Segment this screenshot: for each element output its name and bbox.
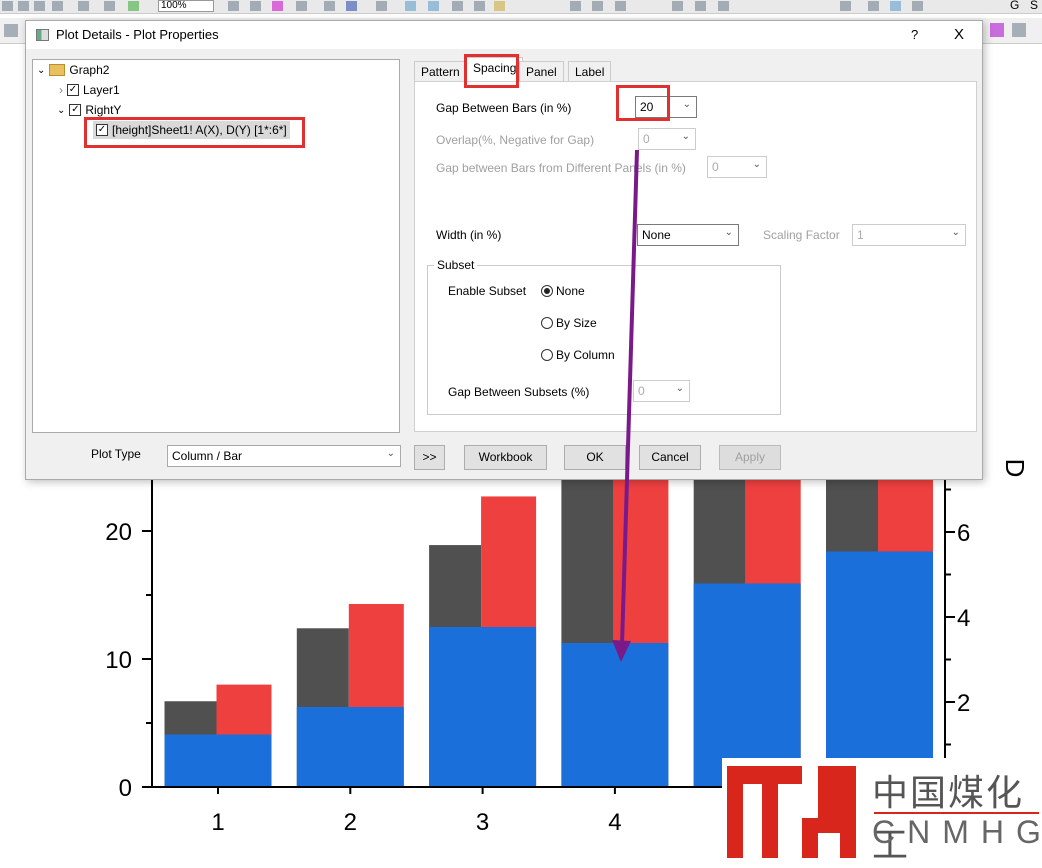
chevron-down-icon: ⌄	[386, 448, 395, 459]
panel-gap-label: Gap between Bars from Different Panels (…	[436, 161, 686, 175]
checkbox-icon[interactable]: ✓	[67, 84, 79, 96]
cancel-button[interactable]: Cancel	[639, 445, 701, 470]
spacing-panel: Gap Between Bars (in %) 20 ⌄ Overlap(%, N…	[414, 81, 977, 432]
chevron-down-icon: ⌄	[752, 159, 761, 170]
chevron-right-icon[interactable]: ›	[59, 83, 63, 97]
gap-subsets-combo[interactable]: 0 ⌄	[633, 380, 690, 402]
plot-type-label: Plot Type	[91, 447, 141, 461]
overlap-label: Overlap(%, Negative for Gap)	[436, 133, 595, 147]
panel-gap-combo[interactable]: 0 ⌄	[707, 156, 767, 178]
gap-subsets-label: Gap Between Subsets (%)	[448, 385, 590, 399]
chevron-down-icon[interactable]: ⌄	[57, 105, 65, 116]
right-y-axis-label: D	[1000, 459, 1030, 478]
radio-icon	[541, 285, 553, 297]
width-combo[interactable]: None ⌄	[637, 224, 739, 246]
ok-button[interactable]: OK	[564, 445, 626, 470]
plot-tree: ⌄ Graph2 › ✓ Layer1 ⌄ ✓ RightY ✓ [height]Sheet…	[32, 59, 400, 433]
width-label: Width (in %)	[436, 228, 502, 242]
radio-by-column[interactable]: By Column	[541, 348, 615, 362]
chevron-down-icon: ⌄	[682, 99, 691, 110]
close-button[interactable]: X	[954, 26, 964, 43]
radio-icon	[541, 349, 553, 361]
dialog-icon	[36, 29, 49, 41]
bar-blue	[429, 627, 537, 787]
chevron-down-icon: ⌄	[681, 131, 690, 142]
folder-icon	[49, 64, 66, 76]
radio-label: By Column	[556, 348, 615, 362]
dialog-titlebar: Plot Details - Plot Properties ? X	[26, 21, 982, 49]
logo: 中国煤化工 CNMHG	[722, 758, 1042, 865]
apply-button[interactable]: Apply	[719, 445, 781, 470]
scaling-label: Scaling Factor	[763, 228, 840, 242]
subset-group: Subset Enable Subset None By Size By Col…	[427, 258, 781, 415]
panel-gap-value: 0	[712, 160, 719, 174]
tab-panel[interactable]: Panel	[519, 61, 564, 82]
radio-label: None	[556, 284, 585, 298]
left-y-tick-label: 10	[105, 647, 132, 674]
radio-by-size[interactable]: By Size	[541, 316, 597, 330]
workbook-button[interactable]: Workbook	[464, 445, 547, 470]
x-tick-label: 4	[608, 809, 621, 836]
bar-blue	[693, 583, 801, 787]
tree-item-graph2[interactable]: Graph2	[69, 63, 109, 77]
right-y-tick-label: 2	[957, 690, 970, 717]
highlight-tree-item	[84, 117, 305, 148]
left-y-tick-label: 0	[119, 775, 132, 802]
scaling-combo[interactable]: 1 ⌄	[852, 224, 966, 246]
scaling-value: 1	[857, 228, 864, 242]
gap-subsets-value: 0	[638, 384, 645, 398]
highlight-gap-field	[616, 85, 670, 121]
subset-title: Subset	[434, 258, 478, 272]
tree-item-righty[interactable]: RightY	[85, 103, 121, 117]
plot-type-value: Column / Bar	[172, 449, 243, 463]
chevron-down-icon: ⌄	[951, 227, 960, 238]
gap-label: Gap Between Bars (in %)	[436, 101, 572, 115]
x-tick-label: 2	[344, 809, 357, 836]
tab-label[interactable]: Label	[568, 61, 612, 82]
radio-none[interactable]: None	[541, 284, 585, 298]
width-value: None	[642, 228, 671, 242]
tree-item-layer1[interactable]: Layer1	[83, 83, 120, 97]
dialog-title: Plot Details - Plot Properties	[56, 27, 219, 42]
highlight-spacing-tab	[464, 54, 519, 88]
bar-blue	[826, 551, 933, 787]
right-y-tick-label: 4	[957, 605, 970, 632]
bar-blue	[296, 707, 404, 787]
radio-icon	[541, 317, 553, 329]
plot-type-select[interactable]: Column / Bar ⌄	[167, 445, 401, 467]
checkbox-icon[interactable]: ✓	[69, 104, 82, 116]
left-y-tick-label: 20	[105, 519, 132, 546]
right-y-tick-label: 6	[957, 520, 970, 547]
expand-button[interactable]: >>	[414, 445, 445, 470]
chevron-down-icon: ⌄	[675, 383, 684, 394]
bar-blue	[561, 643, 669, 787]
logo-en-text: CNMHG	[872, 814, 1042, 850]
radio-label: By Size	[556, 316, 597, 330]
enable-subset-label: Enable Subset	[448, 284, 527, 298]
logo-mark-icon	[727, 766, 856, 858]
bar-blue	[164, 734, 272, 787]
chevron-down-icon[interactable]: ⌄	[37, 65, 45, 76]
overlap-combo[interactable]: 0 ⌄	[638, 128, 696, 150]
tab-pattern[interactable]: Pattern	[414, 61, 467, 82]
overlap-value: 0	[643, 132, 650, 146]
help-button[interactable]: ?	[911, 27, 918, 42]
x-tick-label: 1	[211, 809, 224, 836]
x-tick-label: 3	[476, 809, 489, 836]
chevron-down-icon: ⌄	[724, 227, 733, 238]
plot-details-dialog: Plot Details - Plot Properties ? X ⌄ Grap…	[25, 20, 983, 480]
